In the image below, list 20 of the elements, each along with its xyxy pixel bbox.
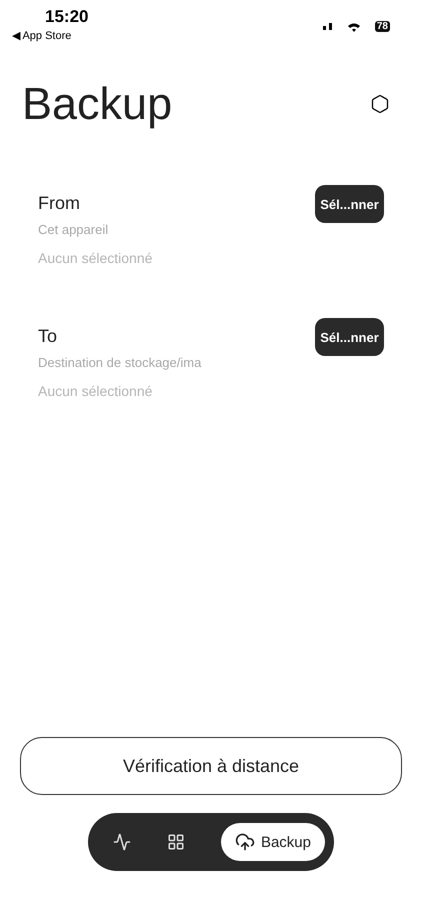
select-button[interactable]: Sél...nner: [315, 318, 384, 356]
select-button[interactable]: Sél...nner: [315, 185, 384, 223]
wifi-icon: [346, 22, 361, 32]
nav-tab[interactable]: Backup: [220, 823, 325, 861]
pulse-icon: [113, 833, 131, 851]
section-hint: Cet appareil: [38, 222, 110, 237]
signal-icon: [322, 23, 333, 30]
section-label: To: [38, 326, 58, 347]
cloud-upload-icon: [234, 832, 255, 852]
selection-value: Aucun sélectionné: [38, 250, 152, 266]
remote-check-button[interactable]: Vérification à distance: [20, 737, 402, 795]
status-time: 15:20: [45, 7, 88, 27]
selection-value: Aucun sélectionné: [38, 383, 154, 399]
page-title: Backup: [22, 78, 172, 130]
grid-icon: [167, 833, 185, 851]
battery-level: 78: [374, 21, 390, 32]
settings-icon[interactable]: [370, 94, 390, 114]
section-label: From: [38, 193, 81, 214]
back-link[interactable]: ◀ App Store: [12, 29, 88, 42]
section-hint: Destination de stockage/ima: [38, 355, 202, 370]
